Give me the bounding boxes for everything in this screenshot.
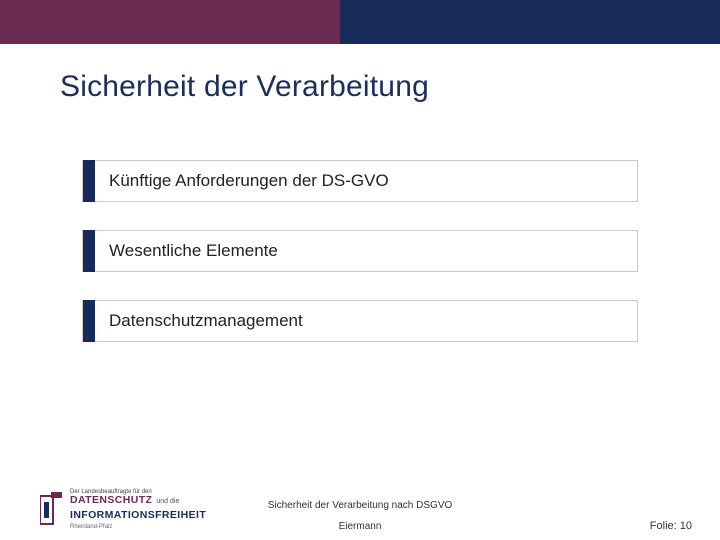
list-item: Wesentliche Elemente (82, 230, 638, 272)
slide: Sicherheit der Verarbeitung Künftige Anf… (0, 0, 720, 540)
list-item-accent (83, 230, 95, 272)
bullet-list: Künftige Anforderungen der DS-GVO Wesent… (82, 160, 638, 370)
slide-title: Sicherheit der Verarbeitung (60, 70, 429, 104)
list-item-accent (83, 300, 95, 342)
list-item-label: Datenschutzmanagement (109, 311, 303, 331)
list-item-accent (83, 160, 95, 202)
page-number: Folie: 10 (650, 520, 692, 532)
footer: Der Landesbeauftragte für den DATENSCHUT… (0, 462, 720, 540)
top-bar-navy-segment (340, 0, 720, 44)
footer-author: Eiermann (0, 521, 720, 532)
list-item: Künftige Anforderungen der DS-GVO (82, 160, 638, 202)
list-item: Datenschutzmanagement (82, 300, 638, 342)
list-item-label: Wesentliche Elemente (109, 241, 278, 261)
list-item-label: Künftige Anforderungen der DS-GVO (109, 171, 389, 191)
top-bar (0, 0, 720, 44)
footer-title: Sicherheit der Verarbeitung nach DSGVO (0, 500, 720, 511)
top-bar-purple-segment (0, 0, 340, 44)
footer-center: Sicherheit der Verarbeitung nach DSGVO E… (0, 500, 720, 532)
